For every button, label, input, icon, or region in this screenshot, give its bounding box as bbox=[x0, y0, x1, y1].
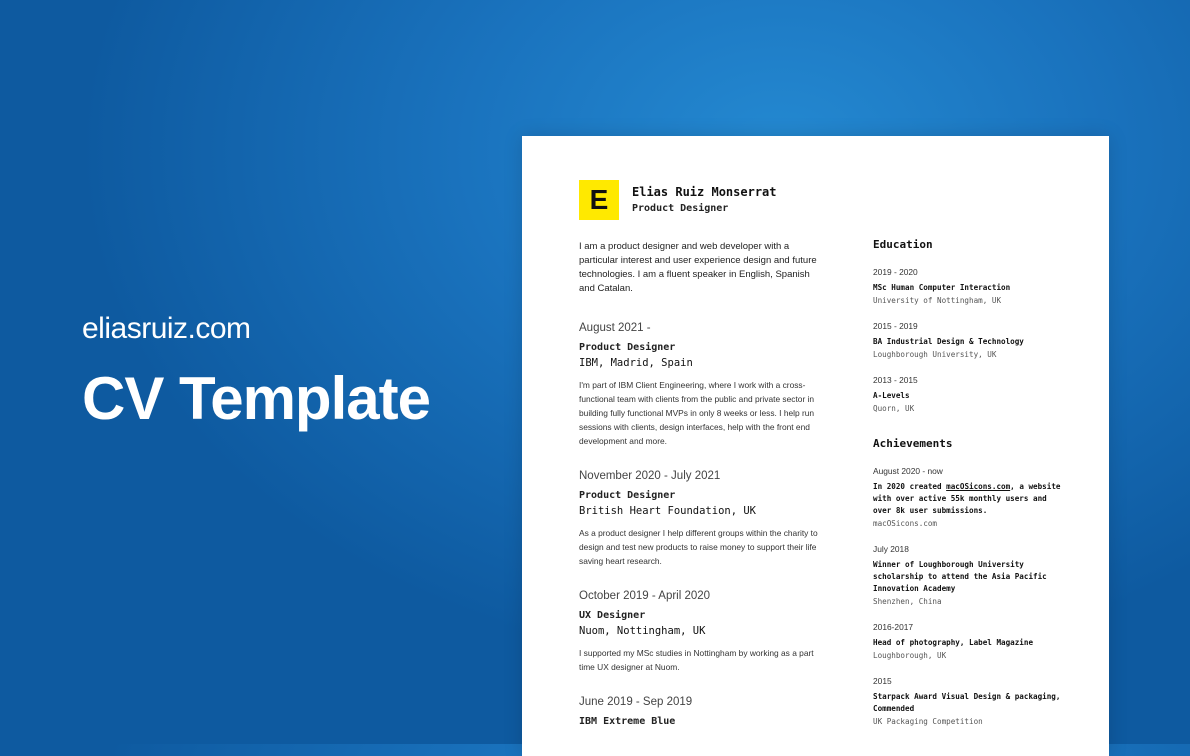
achievements-heading: Achievements bbox=[873, 437, 953, 450]
achievement-title: Winner of Loughborough University schola… bbox=[873, 560, 1047, 593]
achievement-text: In 2020 created bbox=[873, 482, 947, 491]
education-years: 2019 - 2020 bbox=[873, 267, 918, 277]
achievement-entry: July 2018 Winner of Loughborough Univers… bbox=[873, 544, 1063, 606]
achievement-title: In 2020 created macOSicons.com, a websit… bbox=[873, 481, 1063, 517]
education-place: University of Nottingham, UK bbox=[873, 296, 1002, 305]
job-entry: August 2021 - Product Designer IBM, Madr… bbox=[579, 322, 819, 448]
job-date: November 2020 - July 2021 bbox=[579, 470, 721, 482]
job-entry: October 2019 - April 2020 UX Designer Nu… bbox=[579, 590, 819, 674]
experience-column: I am a product designer and web develope… bbox=[579, 240, 819, 749]
education-place: Quorn, UK bbox=[873, 404, 915, 413]
achievement-place: macOSicons.com bbox=[873, 519, 938, 528]
job-entry: November 2020 - July 2021 Product Design… bbox=[579, 470, 819, 568]
achievement-date: July 2018 bbox=[873, 544, 909, 554]
job-company: Nuom, Nottingham, UK bbox=[579, 625, 706, 637]
achievement-entry: 2016-2017 Head of photography, Label Mag… bbox=[873, 622, 1063, 660]
education-years: 2015 - 2019 bbox=[873, 321, 918, 331]
education-entry: 2019 - 2020 MSc Human Computer Interacti… bbox=[873, 267, 1063, 305]
job-description: As a product designer I help different g… bbox=[579, 528, 818, 566]
job-description: I'm part of IBM Client Engineering, wher… bbox=[579, 380, 815, 446]
job-description: I supported my MSc studies in Nottingham… bbox=[579, 648, 814, 672]
education-entry: 2015 - 2019 BA Industrial Design & Techn… bbox=[873, 321, 1063, 359]
job-date: August 2021 - bbox=[579, 322, 651, 334]
education-title: BA Industrial Design & Technology bbox=[873, 337, 1024, 346]
achievement-place: Loughborough, UK bbox=[873, 651, 947, 660]
job-company: British Heart Foundation, UK bbox=[579, 505, 757, 517]
cv-logo: E bbox=[579, 180, 619, 220]
job-title: Product Designer bbox=[579, 490, 676, 501]
cv-document: E Elias Ruiz Monserrat Product Designer … bbox=[522, 136, 1109, 756]
cv-intro: I am a product designer and web develope… bbox=[579, 241, 817, 294]
achievement-title: Starpack Award Visual Design & packaging… bbox=[873, 692, 1061, 713]
achievement-place: Shenzhen, China bbox=[873, 597, 942, 606]
education-title: MSc Human Computer Interaction bbox=[873, 283, 1011, 292]
cv-name: Elias Ruiz Monserrat bbox=[632, 185, 777, 199]
job-title: IBM Extreme Blue bbox=[579, 716, 676, 727]
hero-title: CV Template bbox=[82, 365, 431, 432]
education-heading: Education bbox=[873, 238, 933, 251]
achievement-title: Head of photography, Label Magazine bbox=[873, 638, 1034, 647]
macosicons-link[interactable]: macOSicons.com bbox=[946, 482, 1010, 491]
achievement-date: 2016-2017 bbox=[873, 622, 914, 632]
cv-role: Product Designer bbox=[632, 203, 729, 214]
job-company: IBM, Madrid, Spain bbox=[579, 357, 693, 369]
job-title: UX Designer bbox=[579, 610, 646, 621]
achievement-entry: 2015 Starpack Award Visual Design & pack… bbox=[873, 676, 1063, 726]
achievement-entry: August 2020 - now In 2020 created macOSi… bbox=[873, 466, 1063, 528]
education-place: Loughborough University, UK bbox=[873, 350, 997, 359]
education-entry: 2013 - 2015 A-Levels Quorn, UK bbox=[873, 375, 1063, 413]
job-title: Product Designer bbox=[579, 342, 676, 353]
education-title: A-Levels bbox=[873, 391, 910, 400]
sidebar-column: Education 2019 - 2020 MSc Human Computer… bbox=[873, 238, 1063, 742]
achievement-date: August 2020 - now bbox=[873, 466, 943, 476]
job-date: June 2019 - Sep 2019 bbox=[579, 696, 693, 708]
job-date: October 2019 - April 2020 bbox=[579, 590, 711, 602]
achievement-place: UK Packaging Competition bbox=[873, 717, 983, 726]
education-years: 2013 - 2015 bbox=[873, 375, 918, 385]
site-url: eliasruiz.com bbox=[82, 312, 251, 345]
achievement-date: 2015 bbox=[873, 676, 892, 686]
job-entry: June 2019 - Sep 2019 IBM Extreme Blue bbox=[579, 696, 819, 727]
